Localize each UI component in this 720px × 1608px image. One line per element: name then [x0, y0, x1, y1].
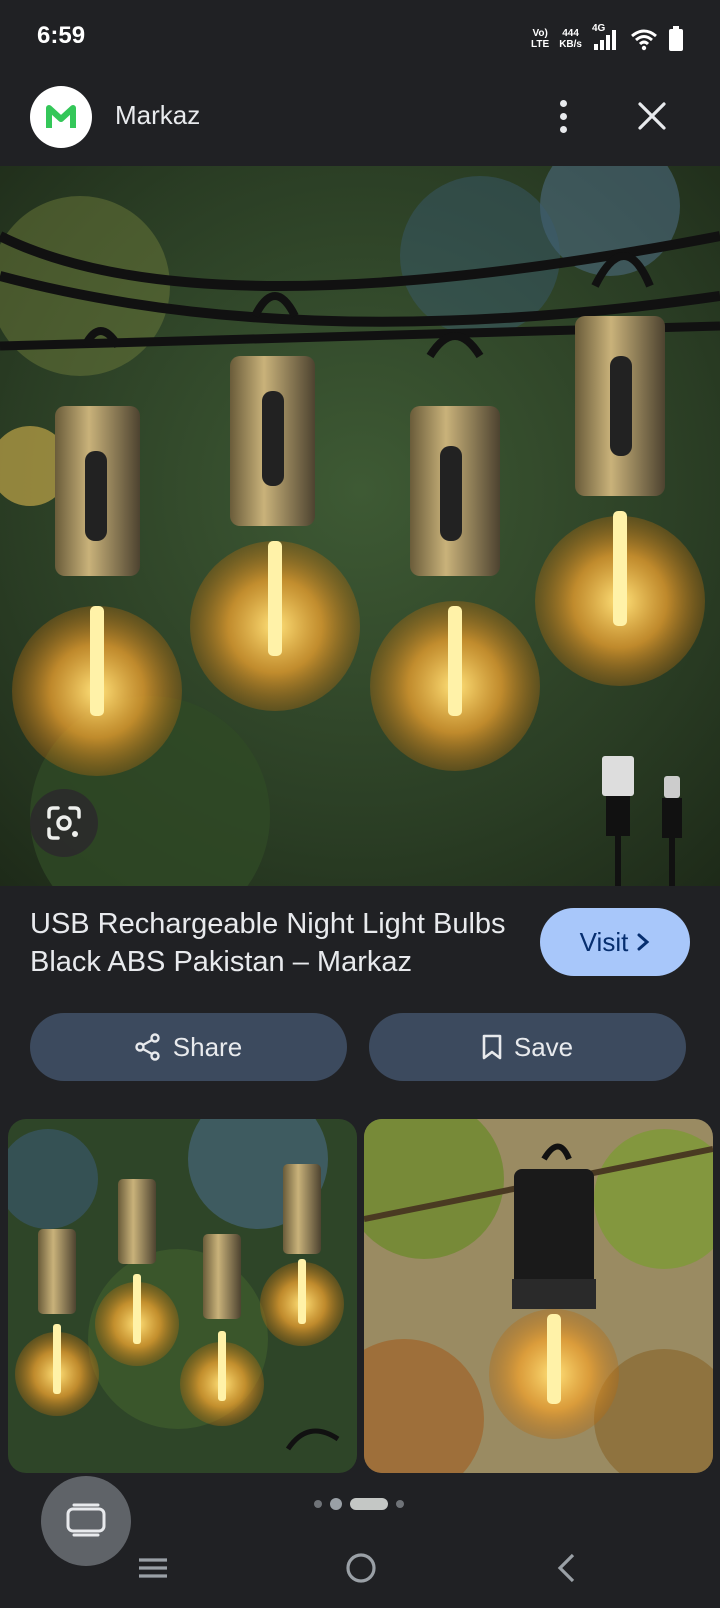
save-button[interactable]: Save [369, 1013, 686, 1081]
chevron-right-icon [637, 933, 650, 951]
pager-dot[interactable] [314, 1500, 322, 1508]
signal-icon: 4G [592, 23, 620, 52]
wifi-icon [631, 29, 657, 51]
volte-indicator: Vo) LTE [531, 28, 549, 50]
app-logo[interactable] [30, 86, 92, 148]
volte-top: Vo) [532, 28, 548, 39]
related-image-1[interactable] [8, 1119, 357, 1473]
nav-home-icon[interactable] [343, 1546, 379, 1590]
nav-back-icon[interactable] [554, 1546, 580, 1590]
volte-bottom: LTE [531, 39, 550, 50]
visit-button[interactable]: Visit [540, 908, 690, 976]
pager-dot-active[interactable] [350, 1498, 388, 1510]
close-icon[interactable] [634, 98, 670, 134]
data-speed: 444 KB/s [559, 28, 582, 50]
markaz-logo-icon [46, 105, 76, 128]
image-pager [314, 1498, 404, 1510]
status-time: 6:59 [37, 22, 86, 49]
visit-label: Visit [579, 926, 629, 957]
save-label: Save [513, 1031, 574, 1062]
pager-dot[interactable] [396, 1500, 404, 1508]
speed-unit: KB/s [559, 39, 582, 50]
picture-in-picture-button[interactable] [41, 1476, 131, 1566]
pip-icon [66, 1503, 106, 1537]
share-label: Share [172, 1031, 243, 1062]
share-icon [135, 1033, 160, 1061]
three-dot-menu-icon[interactable] [548, 96, 578, 136]
result-title: USB Rechargeable Night Light Bulbs Black… [30, 908, 506, 978]
related-image-2[interactable] [364, 1119, 713, 1473]
speed-value: 444 [562, 28, 579, 39]
hero-product-image[interactable] [0, 166, 720, 886]
share-button[interactable]: Share [30, 1013, 347, 1081]
status-icons: Vo) LTE 444 KB/s 4G [531, 23, 684, 52]
nav-menu-icon[interactable] [136, 1546, 170, 1590]
battery-icon [669, 26, 683, 51]
pager-dot[interactable] [330, 1498, 342, 1510]
app-name: Markaz [115, 100, 201, 130]
bookmark-icon [482, 1034, 502, 1060]
google-lens-button[interactable] [30, 789, 98, 857]
google-lens-icon [47, 806, 81, 840]
